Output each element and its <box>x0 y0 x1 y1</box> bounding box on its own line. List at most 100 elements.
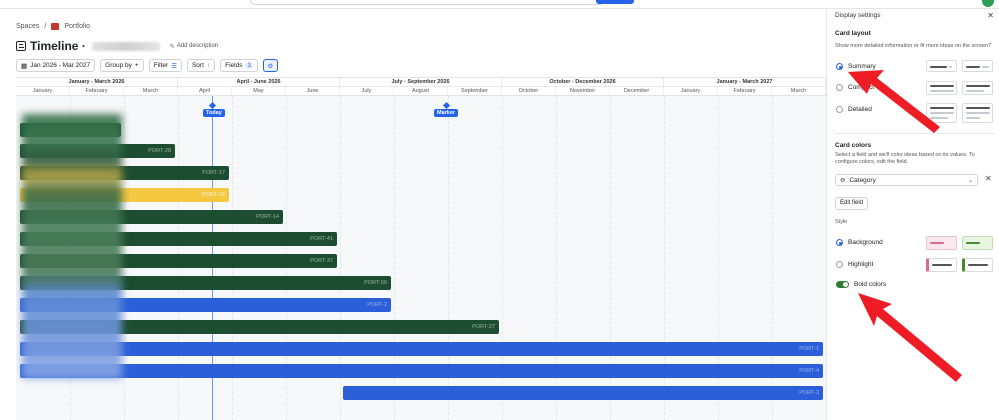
close-icon[interactable]: ✕ <box>987 11 994 20</box>
redacted-title <box>91 41 160 51</box>
layout-option-label: Detailed <box>848 106 872 113</box>
month-header: May <box>232 87 286 95</box>
radio-icon <box>836 261 843 268</box>
card-colors-heading: Card colors <box>835 142 872 149</box>
group-by-label: Group by <box>105 62 132 69</box>
color-field-select[interactable]: ⊖ Category ⌄ <box>835 174 978 186</box>
layout-option-compact[interactable]: Compact <box>836 84 874 91</box>
highlight-preview-alt[interactable] <box>962 258 993 272</box>
date-range-button[interactable]: ▦ Jan 2026 - Mar 2027 <box>16 59 96 72</box>
month-header-row: January February March April May June Ju… <box>16 87 826 96</box>
radio-icon <box>836 106 843 113</box>
month-header: March <box>124 87 178 95</box>
sort-arrow-icon: ↑ <box>206 62 211 69</box>
timeline-card[interactable]: PORT-1 <box>20 342 823 356</box>
style-option-background[interactable]: Background <box>836 239 883 246</box>
panel-title: Display settings <box>835 12 881 19</box>
page-title[interactable]: Timeline · <box>30 39 86 53</box>
color-field-value: Category <box>849 176 876 184</box>
detailed-preview[interactable] <box>926 103 957 123</box>
style-option-label: Background <box>848 239 883 246</box>
redacted-card-titles <box>22 114 122 379</box>
display-settings-panel: Display settings ✕ Card layout Show more… <box>826 9 999 420</box>
month-header: November <box>556 87 610 95</box>
filter-label: Filter <box>153 62 169 69</box>
bold-colors-row[interactable]: Bold colors <box>836 281 886 288</box>
clear-field-icon[interactable]: ✕ <box>985 174 992 183</box>
quarter-header: January - March 2026 <box>16 78 178 86</box>
title-row: Timeline · ✎ Add description <box>16 39 218 53</box>
edit-icon: ✎ <box>169 43 175 50</box>
fields-button[interactable]: Fields 3 <box>220 59 258 72</box>
quarter-header-row: January - March 2026 April - June 2026 J… <box>16 78 826 87</box>
group-by-button[interactable]: Group by + <box>100 59 144 72</box>
style-option-label: Highlight <box>848 261 874 268</box>
filter-icon: ☰ <box>171 62 177 70</box>
month-header: July <box>340 87 394 95</box>
display-settings-button[interactable]: ⚙ <box>262 59 278 72</box>
timeline-card[interactable]: PORT-4 <box>20 364 823 378</box>
custom-marker[interactable]: Marker <box>434 109 459 117</box>
month-header: January <box>664 87 718 95</box>
bold-colors-label: Bold colors <box>854 281 887 288</box>
compact-preview-alt[interactable] <box>962 81 993 95</box>
quarter-header: July - September 2026 <box>340 78 502 86</box>
radio-selected-icon <box>836 63 843 70</box>
today-diamond-icon <box>208 101 217 110</box>
top-bar <box>0 0 999 9</box>
avatar[interactable] <box>982 0 994 7</box>
radio-selected-icon <box>836 239 843 246</box>
month-header: March <box>772 87 826 95</box>
breadcrumb-portfolio[interactable]: Portfolio <box>64 23 90 30</box>
sort-button[interactable]: Sort ↑ <box>186 59 216 72</box>
compact-preview[interactable] <box>926 81 957 95</box>
month-header: October <box>502 87 556 95</box>
sort-label: Sort <box>191 62 204 69</box>
month-header: February <box>718 87 772 95</box>
background-preview[interactable] <box>926 236 957 250</box>
month-header: April <box>178 87 232 95</box>
section-divider <box>835 133 995 134</box>
timeline-card[interactable]: PORT-3 <box>343 386 823 400</box>
highlight-preview[interactable] <box>926 258 957 272</box>
fields-count-badge: 3 <box>245 62 253 69</box>
breadcrumb-separator: / <box>44 23 47 30</box>
search-input[interactable] <box>250 0 605 5</box>
chevron-down-icon: ⌄ <box>967 177 973 184</box>
edit-field-button[interactable]: Edit field <box>835 197 869 210</box>
layout-option-label: Summary <box>848 63 876 70</box>
portfolio-icon <box>51 23 60 30</box>
style-option-highlight[interactable]: Highlight <box>836 261 873 268</box>
month-header: January <box>16 87 70 95</box>
layout-option-summary[interactable]: Summary <box>836 63 876 70</box>
card-layout-description: Show more detailed information or fit mo… <box>835 43 992 49</box>
month-header: June <box>286 87 340 95</box>
add-description-button[interactable]: ✎ Add description <box>170 43 218 50</box>
layout-option-label: Compact <box>848 84 875 91</box>
month-header: September <box>448 87 502 95</box>
timeline-grid: January - March 2026 April - June 2026 J… <box>16 77 826 420</box>
calendar-icon: ▦ <box>21 62 28 70</box>
summary-preview[interactable] <box>926 60 957 72</box>
sliders-icon: ⚙ <box>267 62 274 70</box>
plus-icon: + <box>134 62 139 69</box>
detailed-preview-alt[interactable] <box>962 103 993 123</box>
summary-preview-alt[interactable] <box>962 60 993 72</box>
month-header: December <box>610 87 664 95</box>
quarter-header: April - June 2026 <box>178 78 340 86</box>
breadcrumb-spaces[interactable]: Spaces <box>16 23 39 30</box>
card-layout-heading: Card layout <box>835 30 871 37</box>
background-preview-alt[interactable] <box>962 236 993 250</box>
category-field-icon: ⊖ <box>840 177 846 184</box>
primary-button[interactable] <box>596 0 634 4</box>
breadcrumb: Spaces / Portfolio <box>16 23 90 30</box>
layout-option-detailed[interactable]: Detailed <box>836 106 872 113</box>
radio-icon <box>836 84 843 91</box>
quarter-header: October - December 2026 <box>502 78 664 86</box>
timeline-view-icon <box>16 41 26 51</box>
today-marker[interactable]: Today <box>203 109 225 117</box>
bold-colors-toggle[interactable] <box>836 281 849 288</box>
quarter-header: January - March 2027 <box>664 78 826 86</box>
filter-button[interactable]: Filter ☰ <box>148 59 182 72</box>
card-colors-description: Select a field and we'll color ideas bas… <box>835 152 975 165</box>
